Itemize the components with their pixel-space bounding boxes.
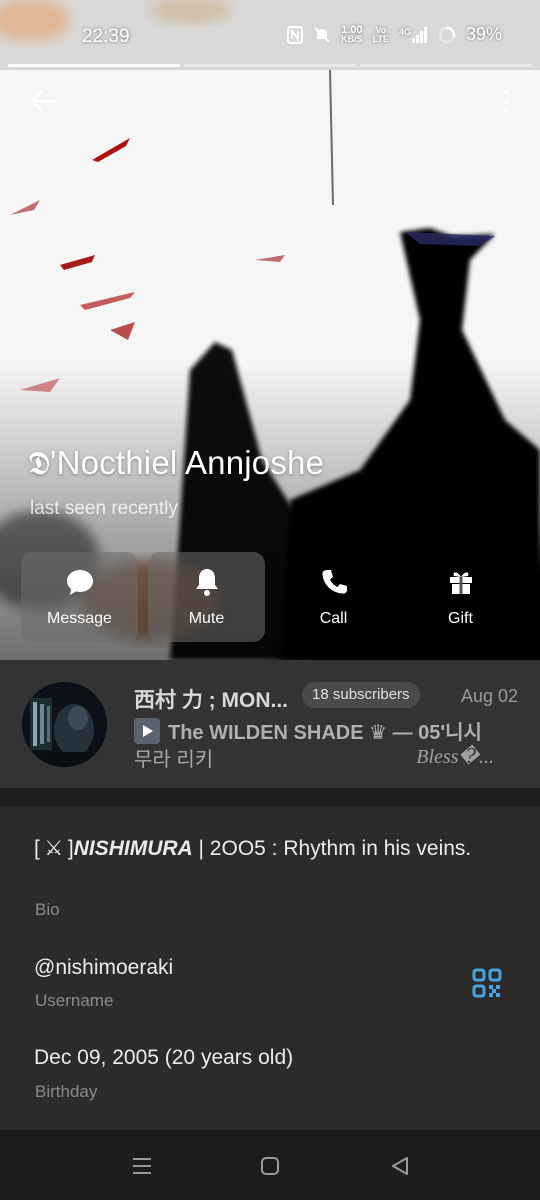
story-bar-3[interactable] <box>360 64 532 67</box>
call-button[interactable]: Call <box>275 552 392 642</box>
volte-indicator: Vo LTE <box>372 25 389 44</box>
channel-preview-title: The WILDEN SHADE ♛ — 05'니시 <box>168 722 482 744</box>
mute-status-icon <box>313 26 331 44</box>
channel-post-date: Aug 02 <box>460 686 518 706</box>
menu-icon <box>133 1158 151 1174</box>
gift-icon <box>445 566 477 598</box>
message-label: Message <box>47 610 112 627</box>
phone-icon <box>318 566 350 598</box>
status-bar: 22:39 1.00 KB/S Vo LTE 4G 39% <box>0 0 540 62</box>
bell-icon <box>191 566 223 598</box>
more-options-button[interactable] <box>494 84 518 118</box>
net-speed: 1.00 KB/S <box>341 24 363 44</box>
triangle-back-icon <box>392 1157 408 1175</box>
net-speed-unit: KB/S <box>341 33 363 44</box>
nfc-icon <box>287 25 304 44</box>
system-back-button[interactable] <box>388 1154 412 1178</box>
birthday-label: Birthday <box>35 1082 98 1101</box>
status-icons: 1.00 KB/S Vo LTE 4G 39% <box>287 24 502 45</box>
bio-rest: | 2OO5 : Rhythm in his veins. <box>192 837 472 860</box>
message-button[interactable]: Message <box>21 552 138 642</box>
subscribers-badge: 18 subscribers <box>302 682 420 708</box>
battery-percent: 39% <box>465 24 502 44</box>
gift-label: Gift <box>448 610 473 627</box>
signal-icon: 4G <box>398 26 428 43</box>
more-dot <box>503 89 509 95</box>
more-dot <box>503 98 509 104</box>
mute-label: Mute <box>188 610 225 627</box>
section-divider <box>0 788 540 806</box>
channel-preview-line: 무라 리키 <box>134 749 214 771</box>
volte-bottom: LTE <box>372 33 389 44</box>
swords-icon: ⚔ <box>44 837 64 860</box>
home-square-icon <box>261 1157 279 1175</box>
channel-avatar[interactable] <box>22 682 107 767</box>
battery-icon <box>438 26 456 44</box>
bio-name: NISHIMURA <box>73 837 193 860</box>
channel-preview: The WILDEN SHADE ♛ — 05'니시 <box>134 716 482 745</box>
username-value[interactable]: @nishimoeraki <box>34 956 173 980</box>
system-navigation-bar <box>0 1130 540 1200</box>
channel-title: 西村 力 ; MON... <box>134 689 288 712</box>
personal-channel-card[interactable]: 西村 力 ; MON... 18 subscribers Aug 02 The … <box>0 660 540 788</box>
story-progress <box>8 64 532 67</box>
qr-code-icon[interactable] <box>472 968 502 998</box>
back-button[interactable] <box>22 84 62 118</box>
profile-info-section: [⚔]NISHIMURA | 2OO5 : Rhythm in his vein… <box>0 806 540 1130</box>
gift-button[interactable]: Gift <box>402 552 519 642</box>
action-buttons: Message Mute Call Gift <box>21 552 519 642</box>
profile-name: 𝕯'Nocthiel Annjoshe <box>28 444 325 481</box>
home-button[interactable] <box>258 1154 282 1178</box>
more-dot <box>503 107 509 113</box>
network-type: 4G <box>398 26 411 37</box>
story-bar-1[interactable] <box>8 64 180 67</box>
mute-button[interactable]: Mute <box>148 552 265 642</box>
play-icon <box>134 717 160 744</box>
channel-preview-tail: Bless�... <box>416 746 494 768</box>
status-time: 22:39 <box>82 26 130 47</box>
birthday-value: Dec 09, 2005 (20 years old) <box>34 1046 294 1069</box>
story-bar-2[interactable] <box>184 64 356 67</box>
bio-label: Bio <box>35 900 60 919</box>
last-seen-status: last seen recently <box>30 498 178 519</box>
profile-header: 22:39 1.00 KB/S Vo LTE 4G 39% 𝕯'Nocthiel… <box>0 0 540 660</box>
arrow-left-icon <box>30 90 56 112</box>
recent-apps-button[interactable] <box>130 1154 154 1178</box>
bio-text[interactable]: [⚔]NISHIMURA | 2OO5 : Rhythm in his vein… <box>34 834 494 863</box>
username-label: Username <box>35 991 114 1010</box>
message-icon <box>64 566 96 598</box>
call-label: Call <box>319 610 348 627</box>
